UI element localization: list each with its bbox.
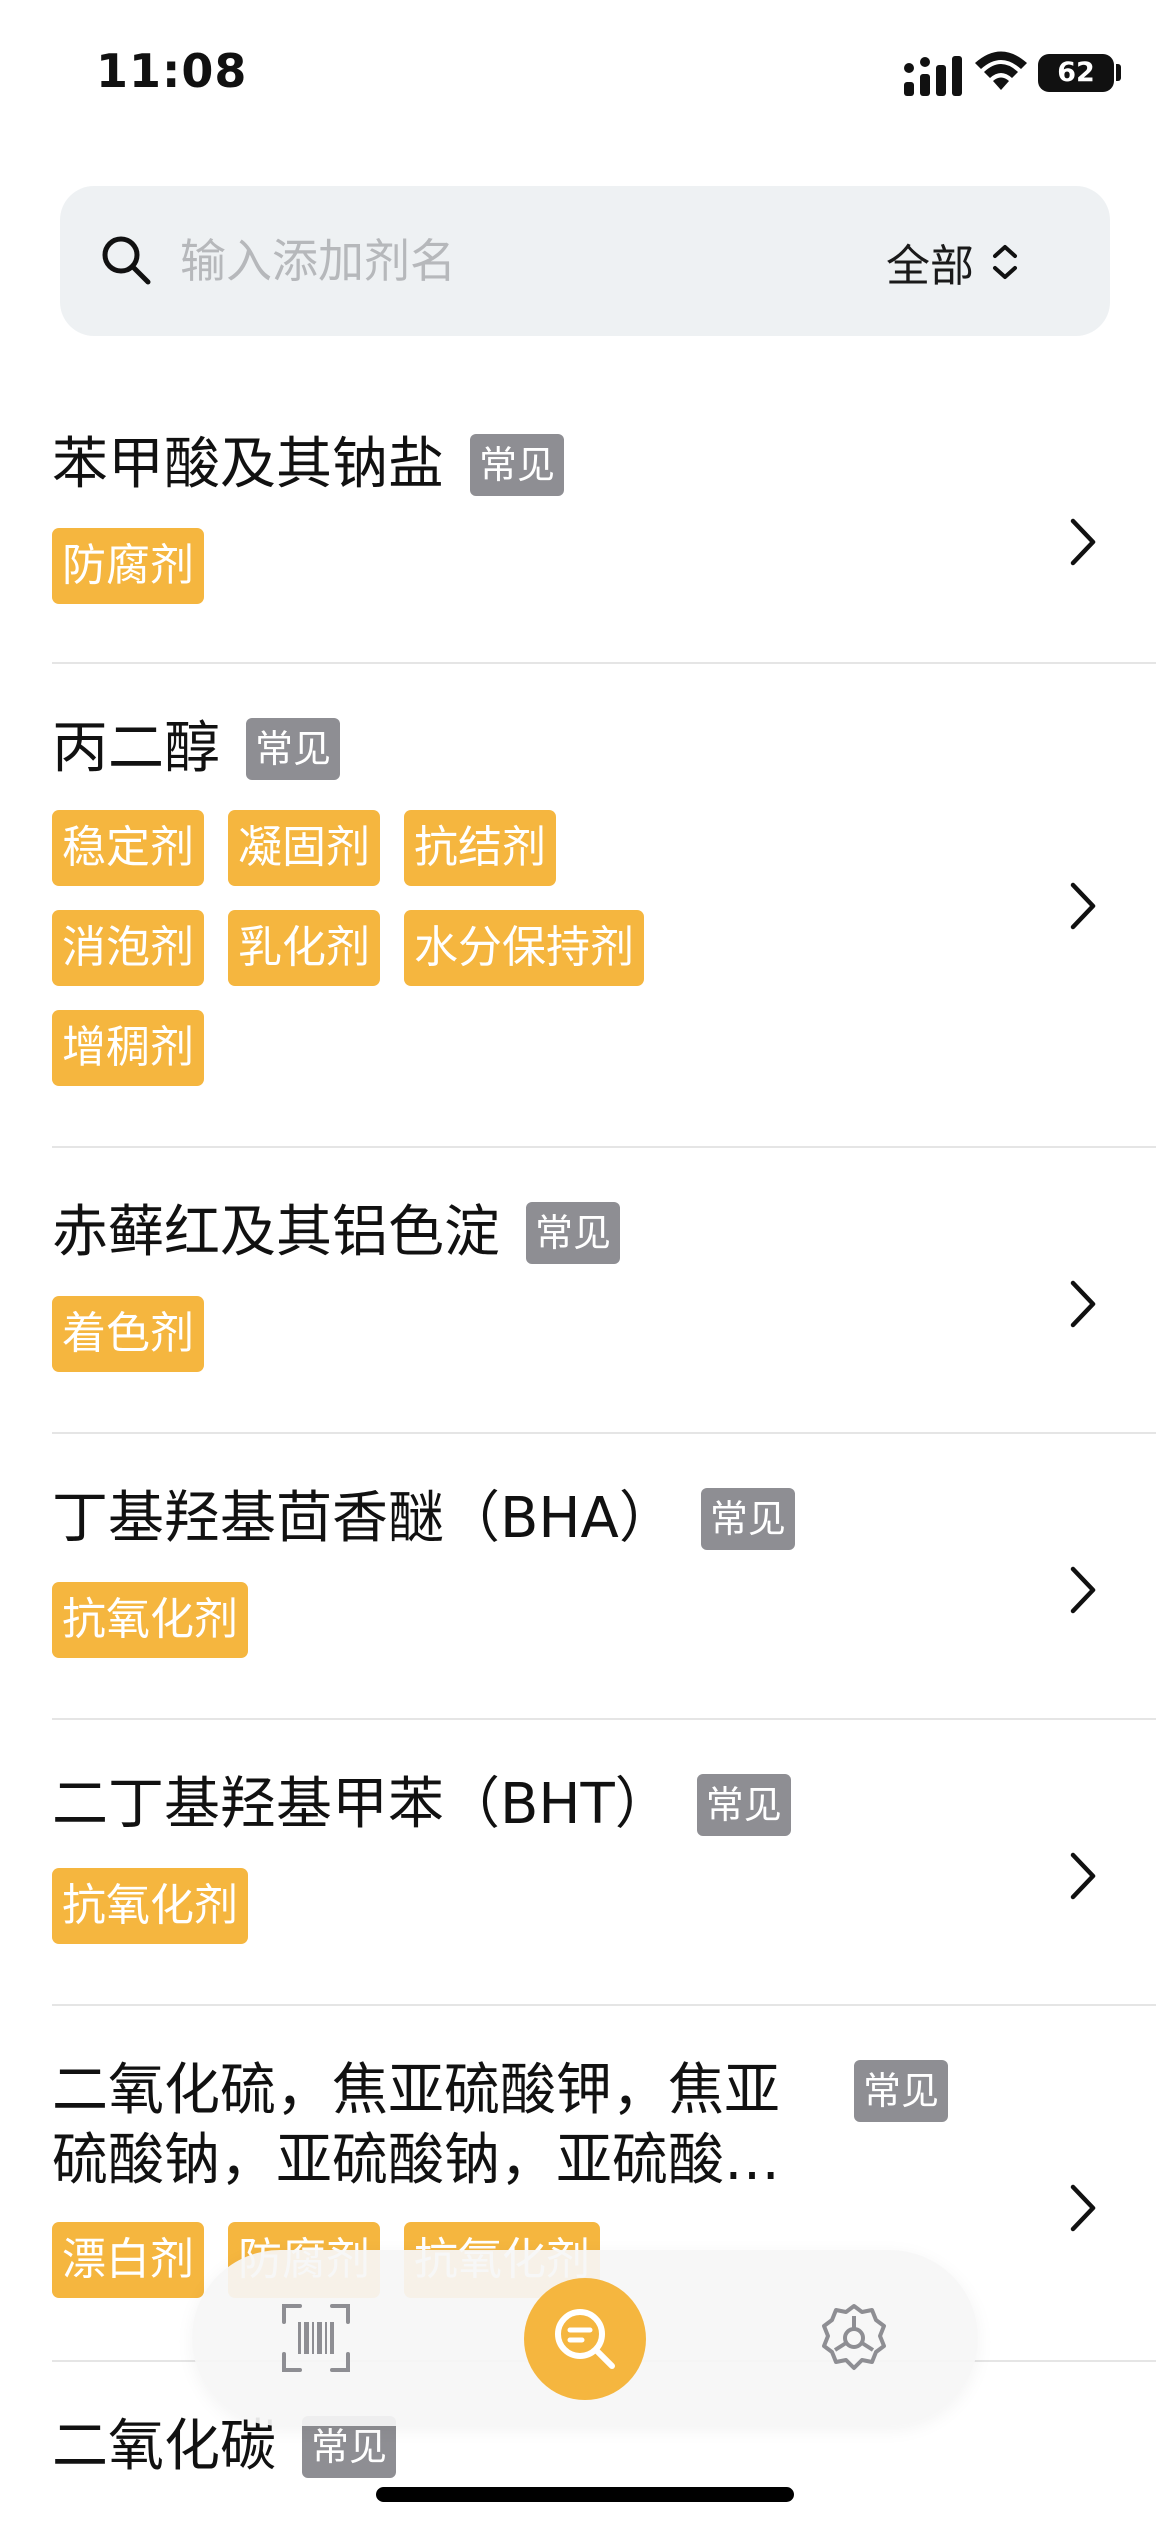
additive-name: 二氧化硫，焦亚硫酸钾，焦亚 硫酸钠，亚硫酸钠，亚硫酸… (52, 2056, 852, 2196)
category-tag: 凝固剂 (228, 810, 380, 886)
category-tag: 漂白剂 (52, 2222, 204, 2298)
home-indicator (376, 2487, 794, 2502)
category-tag: 消泡剂 (52, 910, 204, 986)
category-tag: 增稠剂 (52, 1010, 204, 1086)
wifi-icon (975, 51, 1027, 90)
search-tab-button[interactable] (524, 2278, 646, 2400)
common-badge: 常见 (696, 1774, 791, 1836)
common-badge: 常见 (470, 434, 565, 496)
search-input[interactable] (180, 224, 820, 298)
common-badge: 常见 (526, 1202, 621, 1264)
chevron-right-icon (1070, 2184, 1096, 2232)
additive-name: 苯甲酸及其钠盐 (52, 432, 444, 497)
category-tag: 抗结剂 (404, 810, 556, 886)
list-item[interactable]: 苯甲酸及其钠盐 常见 防腐剂 (52, 400, 1156, 664)
screen: 11:08 62 全部 (0, 0, 1170, 2532)
category-tag: 防腐剂 (52, 528, 204, 604)
common-badge: 常见 (854, 2060, 949, 2122)
list-item[interactable]: 丙二醇 常见 稳定剂 凝固剂 抗结剂 消泡剂 乳化剂 水分保持剂 增稠剂 (52, 664, 1156, 1148)
category-tag: 着色剂 (52, 1296, 204, 1372)
chevron-right-icon (1070, 1280, 1096, 1328)
list-item[interactable]: 赤藓红及其铝色淀 常见 着色剂 (52, 1148, 1156, 1434)
list-item[interactable]: 丁基羟基茴香醚（BHA） 常见 抗氧化剂 (52, 1434, 1156, 1720)
barcode-scan-icon[interactable] (280, 2302, 352, 2374)
list-item[interactable]: 二丁基羟基甲苯（BHT） 常见 抗氧化剂 (52, 1720, 1156, 2006)
category-tag: 水分保持剂 (404, 910, 644, 986)
search-icon (102, 236, 151, 285)
additive-list: 苯甲酸及其钠盐 常见 防腐剂 丙二醇 常见 稳定剂 凝固剂 抗结剂 消泡剂 乳化… (52, 400, 1156, 2532)
chevron-right-icon (1070, 518, 1096, 566)
status-bar: 11:08 62 (0, 0, 1170, 150)
search-list-icon (555, 2309, 615, 2369)
category-tag: 稳定剂 (52, 810, 204, 886)
common-badge: 常见 (246, 718, 341, 780)
category-tag: 乳化剂 (228, 910, 380, 986)
additive-name: 丙二醇 (52, 716, 220, 781)
common-badge: 常见 (700, 1488, 795, 1550)
filter-dropdown[interactable]: 全部 (886, 232, 1022, 292)
additive-name-line: 二氧化硫，焦亚硫酸钾，焦亚 (52, 2058, 780, 2123)
settings-icon[interactable] (818, 2302, 890, 2374)
chevron-right-icon (1070, 1852, 1096, 1900)
status-time: 11:08 (96, 44, 248, 98)
chevron-right-icon (1070, 882, 1096, 930)
cellular-signal-icon (904, 56, 962, 96)
additive-name: 二氧化碳 (52, 2414, 276, 2479)
additive-name: 丁基羟基茴香醚（BHA） (52, 1486, 675, 1551)
search-bar: 全部 (60, 186, 1110, 336)
battery-nub (1116, 64, 1121, 81)
additive-name: 赤藓红及其铝色淀 (52, 1200, 500, 1265)
filter-label: 全部 (886, 241, 974, 292)
battery-icon: 62 (1038, 54, 1114, 92)
bottom-toolbar (192, 2250, 978, 2426)
additive-name-line: 硫酸钠，亚硫酸钠，亚硫酸… (52, 2128, 780, 2193)
chevron-up-down-icon (993, 245, 1017, 279)
category-tag: 抗氧化剂 (52, 1582, 248, 1658)
category-tag: 抗氧化剂 (52, 1868, 248, 1944)
additive-name: 二丁基羟基甲苯（BHT） (52, 1772, 671, 1837)
chevron-right-icon (1070, 1566, 1096, 1614)
